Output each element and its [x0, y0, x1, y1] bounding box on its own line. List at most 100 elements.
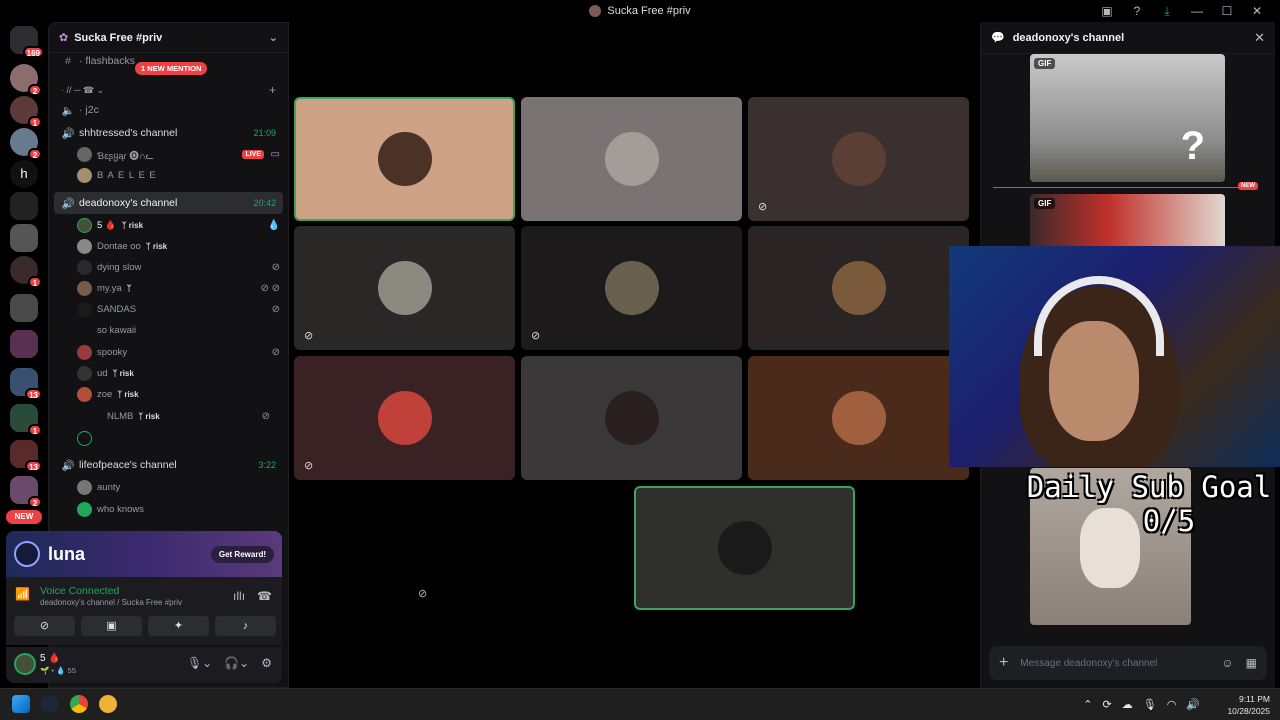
voice-user[interactable]: B A E L E E — [77, 166, 282, 185]
get-reward-button[interactable]: Get Reward! — [210, 545, 274, 563]
avatar — [87, 409, 102, 424]
server-icon-2[interactable]: 1 — [10, 96, 42, 128]
help-icon[interactable]: ? — [1122, 4, 1152, 18]
voice-user-empty[interactable] — [77, 429, 282, 448]
wifi-icon[interactable]: ◠ — [1167, 698, 1177, 711]
steam-icon[interactable] — [41, 695, 59, 713]
close-icon[interactable]: ✕ — [1254, 30, 1265, 46]
server-icon-10[interactable]: 13 — [10, 368, 42, 400]
participant-tile[interactable]: ⊘ — [294, 226, 515, 350]
participant-tile[interactable]: ⊘ — [294, 356, 515, 480]
voice-user[interactable]: NLMB ᛉ risk ⊘ — [87, 407, 282, 426]
add-channel-icon[interactable]: + — [269, 83, 276, 97]
drop-icon: 💧 — [267, 220, 280, 231]
screen-share-button[interactable]: ▣ — [81, 616, 142, 636]
server-icon-7[interactable]: 1 — [10, 256, 42, 288]
channel-shhtressed[interactable]: 🔊 shhtressed's channel 21:09 — [49, 123, 288, 143]
gif-message[interactable]: GIF — [1030, 194, 1225, 254]
cloud-icon[interactable]: ☁ — [1122, 698, 1133, 711]
voice-user[interactable]: ud ᛉ risk — [77, 364, 282, 383]
server-icon-5[interactable] — [10, 192, 38, 220]
system-clock[interactable]: 9:11 PM 10/28/2025 — [1227, 693, 1270, 717]
chrome-icon[interactable] — [70, 695, 88, 713]
soundboard-button[interactable]: ♪ — [215, 616, 276, 636]
voice-user[interactable]: my.ya ᛉ ⊘ ⊘ — [77, 279, 282, 298]
voice-user[interactable]: spooky ⊘ — [77, 343, 282, 362]
avatar — [77, 147, 92, 162]
voice-user[interactable]: so kawaii — [77, 321, 282, 340]
server-icon-12[interactable]: 13 — [10, 440, 42, 472]
inbox-icon[interactable]: ▣ — [1092, 4, 1122, 18]
participant-tile[interactable] — [521, 356, 742, 480]
home-badge: 169 — [22, 46, 44, 58]
camera-toggle-button[interactable]: ⊘ — [14, 616, 75, 636]
server-icon-9[interactable] — [10, 330, 38, 358]
activities-button[interactable]: ✦ — [148, 616, 209, 636]
participant-tile[interactable] — [748, 356, 969, 480]
clock-date: 10/28/2025 — [1227, 706, 1270, 716]
voice-user[interactable]: Ɓɛʂყąɾ 🅞∩ᓚ LIVE ▭ — [77, 145, 282, 164]
gif-message[interactable]: GIF ? — [1030, 54, 1225, 182]
voice-user[interactable]: aunty — [77, 478, 282, 497]
server-icon-h[interactable]: h — [10, 160, 38, 188]
channel-category[interactable]: · // ─ ☎ ⌄ + — [49, 80, 288, 100]
mic-muted-icon: ⊘ — [418, 588, 428, 600]
chat-title: deadonoxy's channel — [1012, 31, 1125, 44]
clock-time: 9:11 PM — [1238, 694, 1270, 704]
minimize-button[interactable]: — — [1182, 4, 1212, 18]
windows-start-icon[interactable] — [12, 695, 30, 713]
voice-user[interactable]: who knows — [77, 500, 282, 519]
message-placeholder[interactable]: Message deadonoxy's channel — [1020, 658, 1157, 669]
channel-lifeofpeace[interactable]: 🔊 lifeofpeace's channel 3:22 — [49, 455, 288, 475]
participant-tile[interactable] — [521, 97, 742, 221]
voice-user[interactable]: SANDAS ⊘ — [77, 300, 282, 319]
username[interactable]: 5 🩸 — [40, 653, 61, 664]
microphone-icon[interactable]: 🎙⌄ — [187, 656, 212, 670]
server-icon-6[interactable] — [10, 224, 38, 252]
avatar[interactable] — [14, 653, 36, 675]
voice-user[interactable]: Dontae oo ᛉ risk — [77, 237, 282, 256]
close-window-button[interactable]: ✕ — [1242, 4, 1272, 18]
gif-label: GIF — [1034, 58, 1056, 69]
maximize-button[interactable]: ☐ — [1212, 4, 1242, 18]
noise-suppression-icon[interactable]: ıllı — [233, 589, 245, 603]
new-unreads-pill[interactable]: NEW — [6, 510, 42, 524]
apps-icon[interactable]: ▦ — [1246, 656, 1257, 670]
channel-j2c[interactable]: 🔈 · j2c — [49, 100, 288, 120]
voice-user[interactable]: dying slow ⊘ — [77, 258, 282, 277]
voice-user[interactable]: zoe ᛉ risk — [77, 385, 282, 404]
signal-icon[interactable]: 📶 — [15, 587, 30, 601]
discord-icon[interactable] — [99, 695, 117, 713]
server-icon-13[interactable]: 2 — [10, 476, 42, 508]
sync-icon[interactable]: ⟳ — [1103, 698, 1112, 711]
microphone-icon[interactable]: 🎙 — [1143, 698, 1157, 711]
download-icon[interactable]: ⤓ — [1152, 4, 1182, 19]
channel-deadonoxy[interactable]: 🔊 deadonoxy's channel 20:42 — [54, 192, 283, 214]
server-name: Sucka Free #priv — [74, 31, 163, 44]
server-icon-3[interactable]: 2 — [10, 128, 42, 160]
disconnect-icon[interactable]: ☎ — [257, 589, 272, 603]
headphones-icon[interactable]: 🎧⌄ — [224, 656, 249, 670]
message-input[interactable]: + Message deadonoxy's channel ☺ ▦ — [989, 646, 1267, 680]
voice-user[interactable]: 5 🩸 ᛉ risk 💧 — [77, 216, 282, 235]
mic-muted-icon: ⊘ — [758, 201, 768, 213]
avatar — [77, 218, 92, 233]
voice-connected-label[interactable]: Voice Connected — [40, 585, 119, 597]
voice-channel-path[interactable]: deadonoxy's channel / Sucka Free #priv — [40, 598, 182, 607]
server-icon-1[interactable]: 2 — [10, 64, 42, 96]
participant-tile[interactable] — [634, 486, 855, 610]
participant-tile[interactable]: ⊘ — [521, 226, 742, 350]
chevron-up-icon[interactable]: ⌃ — [1083, 698, 1092, 711]
participant-tile[interactable] — [294, 97, 515, 221]
server-icon-8[interactable] — [10, 294, 38, 322]
server-icon-11[interactable]: 1 — [10, 404, 42, 436]
participant-tile[interactable] — [748, 226, 969, 350]
participant-tile[interactable]: ⊘ — [748, 97, 969, 221]
gif-picker-icon[interactable]: ☺ — [1221, 656, 1233, 670]
home-button[interactable]: 169 — [10, 26, 44, 58]
settings-gear-icon[interactable]: ⚙ — [261, 656, 272, 670]
volume-icon[interactable]: 🔊 — [1186, 698, 1200, 711]
server-header[interactable]: ✿ Sucka Free #priv ⌄ — [49, 23, 288, 53]
new-mention-pill[interactable]: 1 NEW MENTION — [135, 62, 208, 75]
add-attachment-icon[interactable]: + — [999, 654, 1008, 672]
